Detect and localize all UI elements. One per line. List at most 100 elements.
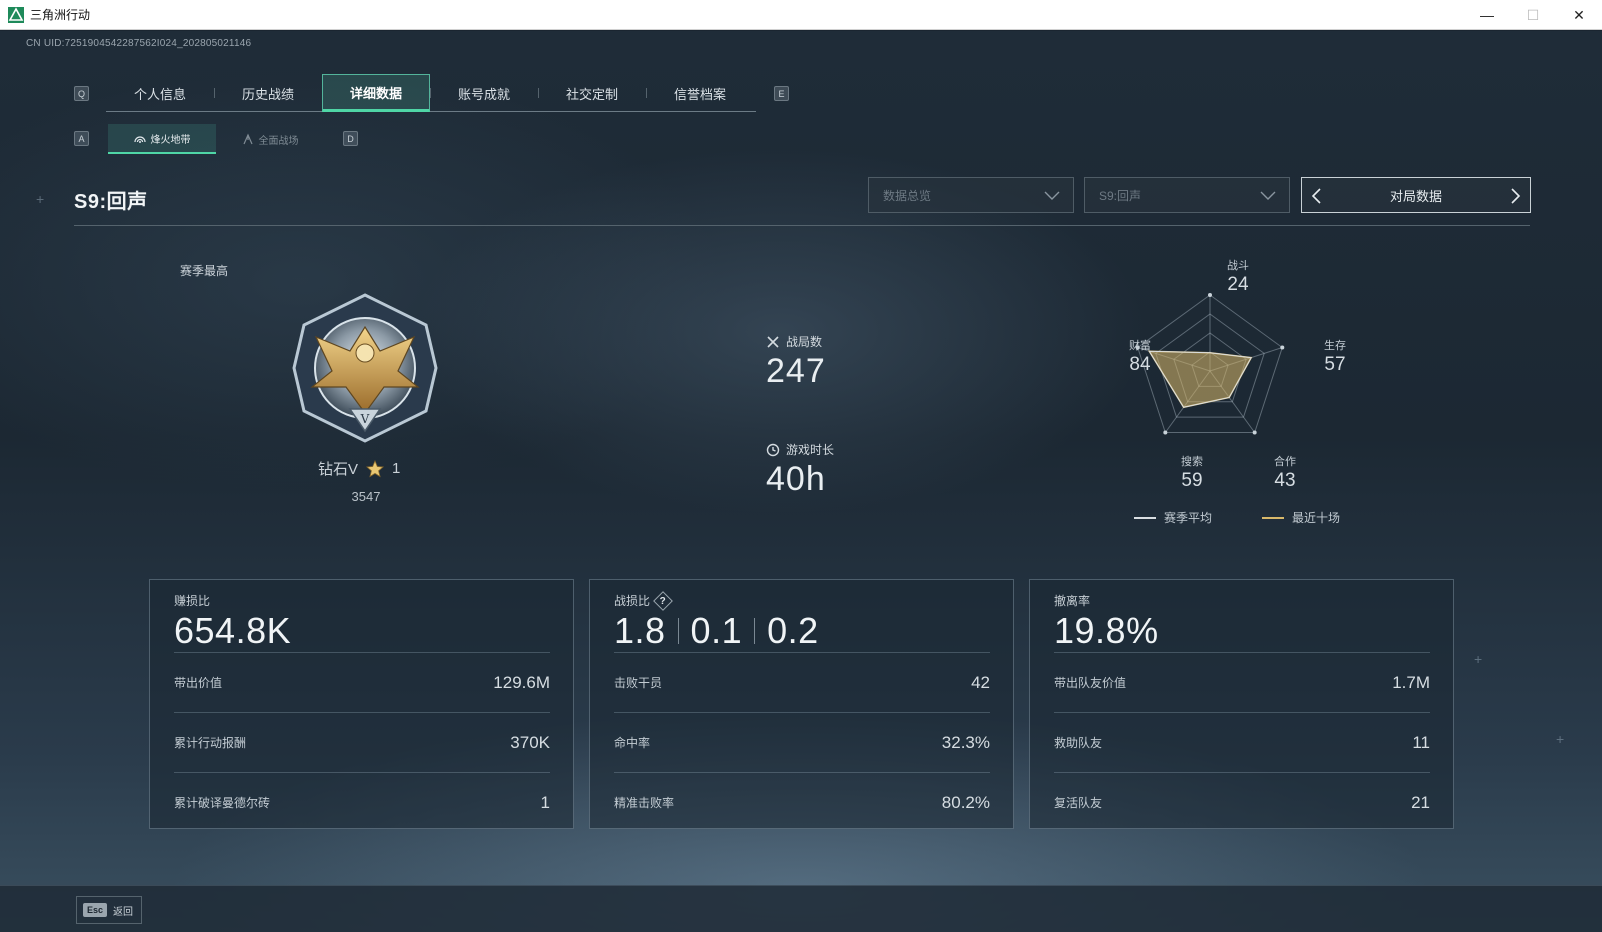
playtime-label: 游戏时长 xyxy=(786,443,835,457)
radar-axis-value: 24 xyxy=(1227,274,1249,295)
radar-axis-dot xyxy=(1252,430,1257,435)
card-row-value: 21 xyxy=(1411,792,1430,812)
kd-card: 战损比 ? 1.8 0.1 0.2 击败干员 42 命中率 32.3% 精准击败… xyxy=(589,579,1014,829)
radar-axis-wealth: 财富 84 xyxy=(1110,337,1170,376)
subtab-next-key[interactable]: D xyxy=(343,131,358,146)
radar-axis-value: 57 xyxy=(1324,354,1346,375)
minimize-button[interactable]: — xyxy=(1464,0,1510,30)
help-icon[interactable]: ? xyxy=(653,590,673,611)
value-divider xyxy=(677,618,679,644)
pager-prev-button[interactable] xyxy=(1306,186,1326,206)
window-titlebar: 三角洲行动 — ☐ ✕ xyxy=(0,0,1602,30)
diamond-rank-medal-icon: V xyxy=(292,293,438,443)
clock-icon xyxy=(766,443,780,456)
card-row-value: 11 xyxy=(1412,732,1430,752)
radar-axis-search: 搜索 59 xyxy=(1162,453,1222,492)
data-type-select[interactable]: 数据总览 xyxy=(868,177,1074,213)
medal-tier-mark: V xyxy=(360,412,370,426)
subtab-operations[interactable]: 烽火地带 xyxy=(108,124,216,154)
tab-social-custom[interactable]: 社交定制 xyxy=(538,74,646,112)
back-button[interactable]: Esc 返回 xyxy=(76,896,142,924)
card-big-value: 654.8K xyxy=(174,610,292,651)
radar-axis-survival: 生存 57 xyxy=(1305,337,1365,376)
rank-info: 钻石V 1 xyxy=(318,458,400,479)
playtime-stat: 游戏时长 40h xyxy=(766,441,834,499)
card-row-key: 击败干员 xyxy=(614,676,663,690)
bottom-bar xyxy=(0,885,1602,932)
playtime-value: 40h xyxy=(766,460,826,498)
subtab-warfare[interactable]: 全面战场 xyxy=(216,124,324,154)
card-row-value: 129.6M xyxy=(493,672,550,692)
card-row-key: 救助队友 xyxy=(1054,736,1103,750)
card-header: 赚损比 xyxy=(174,594,211,608)
tab-match-history[interactable]: 历史战绩 xyxy=(214,74,322,112)
season-select-value: S9:回声 xyxy=(1099,188,1142,203)
season-best-heading: 赛季最高 xyxy=(180,264,229,278)
data-type-select-value: 数据总览 xyxy=(883,188,932,203)
window-title: 三角洲行动 xyxy=(30,8,91,22)
flag-icon xyxy=(242,133,253,145)
subtab-prev-key[interactable]: A xyxy=(74,131,89,146)
pager-label: 对局数据 xyxy=(1389,188,1442,204)
star-icon xyxy=(366,459,384,477)
main-tabs: 个人信息 历史战绩 详细数据 账号成就 社交定制 信誉档案 xyxy=(106,74,756,112)
radar-axis-name: 生存 xyxy=(1324,340,1346,352)
tab-prev-key[interactable]: Q xyxy=(74,86,89,101)
header-divider xyxy=(74,225,1530,226)
card-row-value: 1 xyxy=(540,792,550,812)
esc-key-badge: Esc xyxy=(83,903,108,917)
app-logo-icon xyxy=(8,6,24,23)
season-select[interactable]: S9:回声 xyxy=(1084,177,1290,213)
legend-recent10: 最近十场 xyxy=(1262,509,1340,526)
matches-stat: 战局数 247 xyxy=(766,333,826,391)
tab-detailed-data[interactable]: 详细数据 xyxy=(322,74,430,112)
chevron-right-icon xyxy=(1511,188,1521,204)
back-label: 返回 xyxy=(113,906,134,918)
card-row: 复活队友 21 xyxy=(1054,772,1430,832)
maximize-button[interactable]: ☐ xyxy=(1510,0,1556,30)
card-row: 击败干员 42 xyxy=(614,652,990,712)
card-row-key: 命中率 xyxy=(614,736,651,750)
matches-label: 战局数 xyxy=(786,335,823,349)
card-row-key: 累计行动报酬 xyxy=(174,736,247,750)
radar-axis-name: 战斗 xyxy=(1227,260,1249,272)
tab-reputation[interactable]: 信誉档案 xyxy=(646,74,754,112)
pager-next-button[interactable] xyxy=(1506,186,1526,206)
chevron-down-icon xyxy=(1044,191,1060,200)
radar-axis-value: 43 xyxy=(1274,470,1296,491)
card-row-key: 精准击败率 xyxy=(614,796,675,810)
card-big-value: 1.8 0.1 0.2 xyxy=(614,610,819,652)
tab-account-achievements[interactable]: 账号成就 xyxy=(430,74,538,112)
extraction-card: 撤离率 19.8% 带出队友价值 1.7M 救助队友 11 复活队友 21 xyxy=(1029,579,1454,829)
tab-next-key[interactable]: E xyxy=(774,86,789,101)
radar-icon xyxy=(133,136,146,143)
decor-cross: + xyxy=(36,191,45,207)
subtab-warfare-label: 全面战场 xyxy=(258,135,299,147)
radar-axis-name: 财富 xyxy=(1129,340,1151,352)
rank-stars: 1 xyxy=(392,460,401,477)
card-row: 累计行动报酬 370K xyxy=(174,712,550,772)
card-row-key: 带出队友价值 xyxy=(1054,676,1127,690)
decor-cross: + xyxy=(1556,731,1565,747)
app-content: ​ CN UID:7251904542287562I024_2028050211… xyxy=(0,31,1602,932)
card-row-value: 370K xyxy=(510,732,550,752)
radar-axis-cooperation: 合作 43 xyxy=(1255,453,1315,492)
kd-value-3: 0.2 xyxy=(767,610,819,651)
card-row: 带出队友价值 1.7M xyxy=(1054,652,1430,712)
card-header: 撤离率 xyxy=(1054,594,1091,608)
card-row-value: 80.2% xyxy=(941,792,990,812)
rank-score: 3547 xyxy=(351,489,381,504)
tab-personal-info[interactable]: 个人信息 xyxy=(106,74,214,112)
legend-swatch xyxy=(1134,516,1156,519)
legend-season-avg: 赛季平均 xyxy=(1134,509,1212,526)
close-button[interactable]: ✕ xyxy=(1556,0,1602,30)
kd-value-1: 1.8 xyxy=(614,610,666,651)
matches-value: 247 xyxy=(766,352,826,390)
card-header: 战损比 xyxy=(614,594,651,608)
card-row-value: 1.7M xyxy=(1392,672,1430,692)
match-data-pager: 对局数据 xyxy=(1301,177,1531,213)
card-row-value: 32.3% xyxy=(941,732,990,752)
profit-card: 赚损比 654.8K 带出价值 129.6M 累计行动报酬 370K 累计破译曼… xyxy=(149,579,574,829)
radar-axis-name: 搜索 xyxy=(1181,456,1203,468)
card-row-key: 累计破译曼德尔砖 xyxy=(174,796,271,810)
